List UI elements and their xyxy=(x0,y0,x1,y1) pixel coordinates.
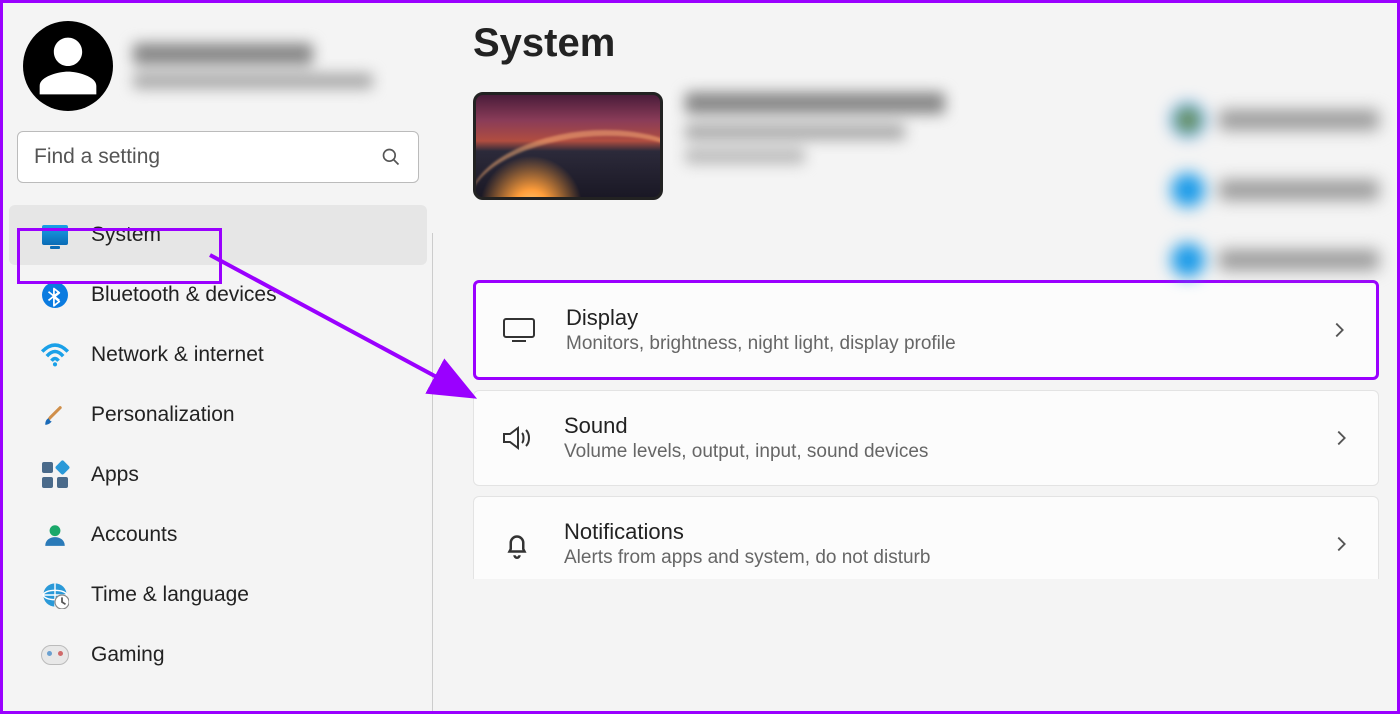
sidebar-item-label: Personalization xyxy=(91,403,235,427)
profile-name-blurred xyxy=(133,43,373,89)
gamepad-icon xyxy=(41,641,69,669)
profile-section[interactable] xyxy=(3,21,433,111)
apps-icon xyxy=(41,461,69,489)
device-thumbnail[interactable] xyxy=(473,92,663,200)
sidebar-item-gaming[interactable]: Gaming xyxy=(9,625,427,685)
device-name-blurred xyxy=(685,92,945,164)
chevron-right-icon xyxy=(1330,533,1352,555)
sidebar-item-time-language[interactable]: Time & language xyxy=(9,565,427,625)
sidebar-item-label: Time & language xyxy=(91,583,249,607)
card-subtitle: Alerts from apps and system, do not dist… xyxy=(564,547,1300,569)
sidebar-nav: System Bluetooth & devices Network & int… xyxy=(3,205,433,685)
sidebar-item-label: Network & internet xyxy=(91,343,264,367)
main-content: System Display Monitors, brightness, nig… xyxy=(433,3,1397,711)
sidebar-item-label: Bluetooth & devices xyxy=(91,283,277,307)
search-input[interactable] xyxy=(17,131,419,183)
system-icon xyxy=(41,221,69,249)
settings-window: System Bluetooth & devices Network & int… xyxy=(3,3,1397,711)
account-icon xyxy=(41,521,69,549)
card-subtitle: Volume levels, output, input, sound devi… xyxy=(564,441,1300,463)
card-title: Sound xyxy=(564,413,1300,439)
sidebar-item-network[interactable]: Network & internet xyxy=(9,325,427,385)
sidebar-item-label: Apps xyxy=(91,463,139,487)
sidebar-item-label: Accounts xyxy=(91,523,177,547)
card-title: Notifications xyxy=(564,519,1300,545)
card-notifications[interactable]: Notifications Alerts from apps and syste… xyxy=(473,496,1379,579)
sidebar-item-accounts[interactable]: Accounts xyxy=(9,505,427,565)
search-icon xyxy=(381,147,401,167)
clock-globe-icon xyxy=(41,581,69,609)
card-subtitle: Monitors, brightness, night light, displ… xyxy=(566,333,1298,355)
quick-links-blurred xyxy=(1171,103,1379,313)
user-icon xyxy=(34,32,102,100)
bell-icon xyxy=(500,527,534,561)
avatar[interactable] xyxy=(23,21,113,111)
wifi-icon xyxy=(41,341,69,369)
chevron-right-icon xyxy=(1328,319,1350,341)
search-container xyxy=(17,131,419,183)
sound-icon xyxy=(500,421,534,455)
sidebar-item-personalization[interactable]: Personalization xyxy=(9,385,427,445)
sidebar-item-label: Gaming xyxy=(91,643,165,667)
display-icon xyxy=(502,313,536,347)
sidebar-item-system[interactable]: System xyxy=(9,205,427,265)
sidebar-item-label: System xyxy=(91,223,161,247)
page-title: System xyxy=(473,21,1379,66)
paintbrush-icon xyxy=(41,401,69,429)
sidebar-item-apps[interactable]: Apps xyxy=(9,445,427,505)
sidebar-item-bluetooth[interactable]: Bluetooth & devices xyxy=(9,265,427,325)
settings-cards: Display Monitors, brightness, night ligh… xyxy=(473,280,1379,579)
bluetooth-icon xyxy=(41,281,69,309)
sidebar: System Bluetooth & devices Network & int… xyxy=(3,3,433,711)
card-sound[interactable]: Sound Volume levels, output, input, soun… xyxy=(473,390,1379,486)
chevron-right-icon xyxy=(1330,427,1352,449)
